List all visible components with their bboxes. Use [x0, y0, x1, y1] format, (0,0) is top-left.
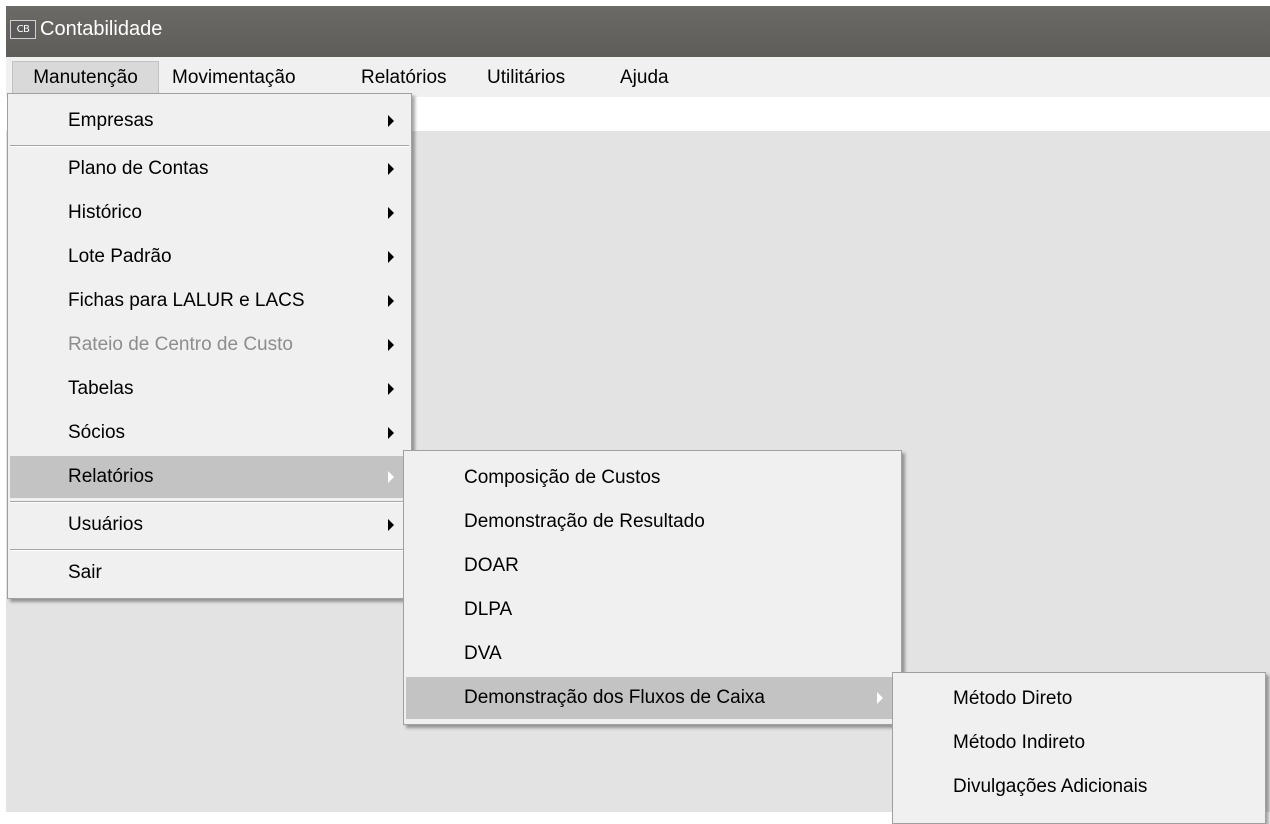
- menu-item-lote-padrao[interactable]: Lote Padrão: [10, 236, 409, 278]
- menu-item-tabelas[interactable]: Tabelas: [10, 368, 409, 410]
- submenu-arrow-icon: [388, 427, 394, 439]
- menu-item-label: Fichas para LALUR e LACS: [68, 290, 305, 311]
- fluxos-de-caixa-submenu: Método Direto Método Indireto Divulgaçõe…: [892, 672, 1266, 824]
- submenu-arrow-icon: [388, 251, 394, 263]
- menu-item-label: Tabelas: [68, 378, 134, 399]
- menu-relatorios[interactable]: Relatórios: [361, 62, 447, 93]
- menu-item-historico[interactable]: Histórico: [10, 192, 409, 234]
- submenu-arrow-icon: [388, 519, 394, 531]
- manutencao-dropdown: Empresas Plano de Contas Histórico Lote …: [7, 93, 412, 599]
- menu-item-label: Demonstração dos Fluxos de Caixa: [464, 687, 765, 708]
- menu-item-empresas[interactable]: Empresas: [10, 100, 409, 142]
- menu-item-fluxos-de-caixa[interactable]: Demonstração dos Fluxos de Caixa: [406, 677, 899, 719]
- submenu-arrow-icon: [877, 692, 883, 704]
- submenu-arrow-icon: [388, 207, 394, 219]
- submenu-arrow-icon: [388, 339, 394, 351]
- menu-separator: [10, 145, 409, 147]
- menu-item-demonstracao-resultado[interactable]: Demonstração de Resultado: [406, 501, 899, 543]
- menu-utilitarios[interactable]: Utilitários: [487, 62, 565, 93]
- menu-ajuda[interactable]: Ajuda: [620, 62, 669, 93]
- submenu-arrow-icon: [388, 471, 394, 483]
- submenu-arrow-icon: [388, 295, 394, 307]
- menu-item-label: Rateio de Centro de Custo: [68, 334, 293, 355]
- menu-separator: [10, 549, 409, 551]
- menu-item-rateio-centro-custo: Rateio de Centro de Custo: [10, 324, 409, 366]
- menu-manutencao[interactable]: Manutenção: [12, 61, 159, 94]
- menu-item-label: Lote Padrão: [68, 246, 172, 267]
- menu-item-label: Sair: [68, 562, 102, 583]
- menu-item-label: DLPA: [464, 599, 513, 620]
- menu-item-label: Composição de Custos: [464, 467, 661, 488]
- menu-item-dva[interactable]: DVA: [406, 633, 899, 675]
- app-icon[interactable]: CB: [10, 20, 36, 39]
- menu-item-doar[interactable]: DOAR: [406, 545, 899, 587]
- menu-item-fichas-lalur-lacs[interactable]: Fichas para LALUR e LACS: [10, 280, 409, 322]
- menu-item-label: Divulgações Adicionais: [953, 776, 1148, 797]
- menu-item-label: Empresas: [68, 110, 154, 131]
- menu-item-relatorios[interactable]: Relatórios: [10, 456, 409, 498]
- menu-item-label: Método Direto: [953, 688, 1073, 709]
- menu-item-composicao-custos[interactable]: Composição de Custos: [406, 457, 899, 499]
- submenu-arrow-icon: [388, 383, 394, 395]
- menu-item-socios[interactable]: Sócios: [10, 412, 409, 454]
- menu-item-dlpa[interactable]: DLPA: [406, 589, 899, 631]
- menu-item-label: Histórico: [68, 202, 142, 223]
- menu-item-label: Sócios: [68, 422, 126, 443]
- menu-item-label: Demonstração de Resultado: [464, 511, 705, 532]
- menu-separator: [10, 501, 409, 503]
- menu-item-label: Relatórios: [68, 466, 154, 487]
- submenu-arrow-icon: [388, 163, 394, 175]
- menu-item-usuarios[interactable]: Usuários: [10, 504, 409, 546]
- menu-item-label: Método Indireto: [953, 732, 1086, 753]
- menu-item-metodo-indireto[interactable]: Método Indireto: [895, 722, 1263, 764]
- submenu-arrow-icon: [388, 115, 394, 127]
- menu-item-label: Plano de Contas: [68, 158, 209, 179]
- menu-item-metodo-direto[interactable]: Método Direto: [895, 678, 1263, 720]
- menu-item-plano-de-contas[interactable]: Plano de Contas: [10, 148, 409, 190]
- relatorios-submenu: Composição de Custos Demonstração de Res…: [403, 450, 902, 725]
- title-bar[interactable]: CB Contabilidade: [6, 6, 1270, 57]
- menu-item-label: DVA: [464, 643, 502, 664]
- menu-item-label: DOAR: [464, 555, 519, 576]
- menu-movimentacao[interactable]: Movimentação: [172, 62, 296, 93]
- menu-item-label: Usuários: [68, 514, 143, 535]
- menu-item-divulgacoes-adicionais[interactable]: Divulgações Adicionais: [895, 766, 1263, 808]
- menu-bar: Manutenção Movimentação Relatórios Utili…: [6, 57, 1270, 97]
- menu-item-sair[interactable]: Sair: [10, 552, 409, 594]
- window-title: Contabilidade: [40, 18, 163, 40]
